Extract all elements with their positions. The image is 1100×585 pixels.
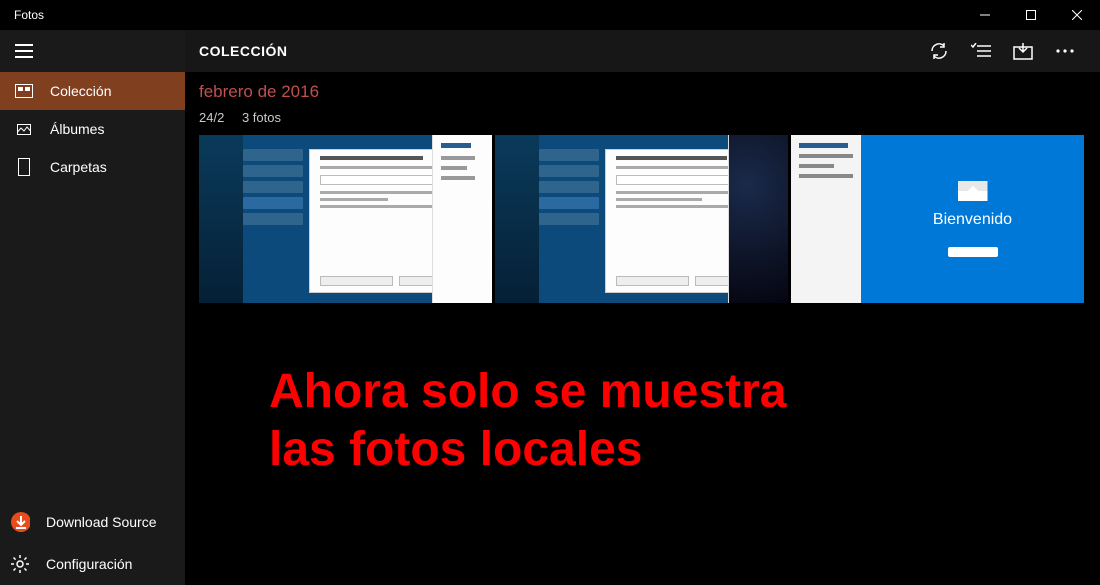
more-button[interactable]: [1044, 30, 1086, 72]
download-source-icon: [10, 511, 30, 533]
sidebar-item-download-source[interactable]: Download Source: [0, 501, 185, 543]
maximize-button[interactable]: [1008, 0, 1054, 30]
sidebar: Colección Álbumes Carpetas Download Sour…: [0, 30, 185, 585]
collection-icon: [14, 84, 34, 98]
window-titlebar: Fotos: [0, 0, 1100, 30]
main-area: COLECCIÓN febrero de 2016 24/2 3 fotos: [185, 30, 1100, 585]
select-button[interactable]: [960, 30, 1002, 72]
albums-icon: [14, 122, 34, 136]
sidebar-item-coleccion[interactable]: Colección: [0, 72, 185, 110]
sidebar-item-label: Configuración: [46, 556, 132, 572]
sidebar-item-label: Download Source: [46, 514, 157, 530]
sidebar-item-label: Colección: [50, 83, 111, 99]
photo-thumbnail[interactable]: [199, 135, 492, 303]
import-button[interactable]: [1002, 30, 1044, 72]
month-heading[interactable]: febrero de 2016: [199, 82, 1086, 102]
photo-count: 3 fotos: [242, 110, 281, 125]
photo-thumbnail[interactable]: Bienvenido: [791, 135, 1084, 303]
sidebar-item-label: Álbumes: [50, 121, 104, 137]
welcome-button: [948, 247, 998, 257]
welcome-subtext: [972, 233, 974, 239]
minimize-button[interactable]: [962, 0, 1008, 30]
sidebar-item-carpetas[interactable]: Carpetas: [0, 148, 185, 186]
close-button[interactable]: [1054, 0, 1100, 30]
hamburger-button[interactable]: [0, 30, 48, 72]
main-header: COLECCIÓN: [185, 30, 1100, 72]
sidebar-item-albumes[interactable]: Álbumes: [0, 110, 185, 148]
day-count-row: 24/2 3 fotos: [199, 110, 1086, 125]
welcome-text: Bienvenido: [933, 211, 1012, 229]
app-title: Fotos: [0, 8, 44, 22]
refresh-button[interactable]: [918, 30, 960, 72]
thumbnail-row: Bienvenido: [199, 135, 1086, 303]
sidebar-item-configuracion[interactable]: Configuración: [0, 543, 185, 585]
page-title: COLECCIÓN: [199, 43, 288, 59]
content: febrero de 2016 24/2 3 fotos: [185, 72, 1100, 585]
photo-thumbnail[interactable]: [495, 135, 788, 303]
annotation-overlay: Ahora solo se muestra las fotos locales: [269, 363, 1086, 478]
day-label[interactable]: 24/2: [199, 110, 224, 125]
annotation-line: Ahora solo se muestra: [269, 363, 1086, 421]
annotation-line: las fotos locales: [269, 421, 1086, 479]
folders-icon: [14, 158, 34, 176]
sidebar-item-label: Carpetas: [50, 159, 107, 175]
mail-icon: [958, 181, 988, 201]
settings-icon: [10, 554, 30, 574]
